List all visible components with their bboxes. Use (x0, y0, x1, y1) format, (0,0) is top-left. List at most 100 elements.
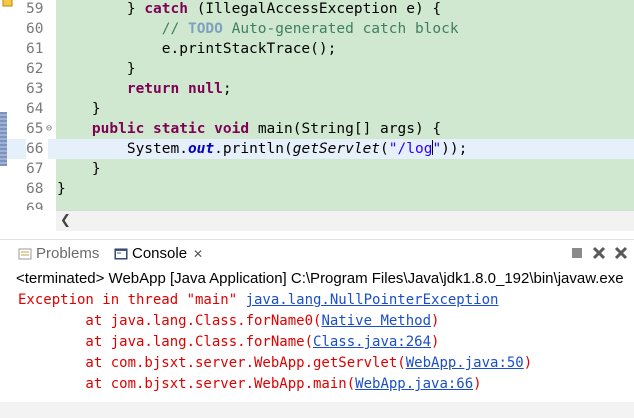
close-tab-icon[interactable]: ✕ (193, 247, 203, 261)
code-text: System.out.println(getServlet("/log")); (57, 139, 467, 159)
code-token: void (214, 121, 250, 137)
code-token: ( (380, 141, 389, 157)
code-line[interactable]: 65 ⊖ public static void main(String[] arg… (0, 119, 634, 139)
code-token: } (57, 181, 66, 197)
code-line[interactable]: 60 // TODO Auto-generated catch block (0, 19, 634, 39)
problems-icon (18, 248, 32, 260)
console-icon (114, 248, 128, 260)
code-line[interactable]: 62 } (0, 59, 634, 79)
line-number: 65 (26, 119, 48, 139)
console-text: at com.bjsxt.server.WebApp.getServlet( (18, 355, 406, 371)
scroll-left-arrow-icon[interactable]: ❮ (60, 213, 74, 229)
code-line[interactable]: 66 System.out.println(getServlet("/log")… (0, 139, 634, 159)
stack-trace-link[interactable]: WebApp.java:66 (355, 376, 473, 392)
code-token: catch (144, 1, 188, 17)
console-process-header: <terminated> WebApp [Java Application] C… (16, 270, 624, 287)
code-token: out (187, 141, 215, 157)
stack-trace-link[interactable]: java.lang.NullPointerException (246, 292, 499, 308)
terminate-icon[interactable] (569, 245, 585, 261)
line-number: 59 (26, 0, 48, 19)
console-text: ) (523, 355, 533, 371)
code-token: System. (57, 141, 188, 157)
code-text: return null; (57, 79, 232, 99)
console-text: Exception in thread "main" (18, 292, 246, 308)
code-line[interactable]: 64 } (0, 99, 634, 119)
code-token: Auto-generated catch block (222, 21, 459, 37)
tab-console[interactable]: Console ✕ (114, 240, 204, 268)
code-token: " (432, 141, 442, 157)
code-line[interactable]: 61 e.printStackTrace(); (0, 39, 634, 59)
console-line: at java.lang.Class.forName(Class.java:26… (18, 332, 439, 353)
code-text: } (57, 179, 66, 199)
code-editor[interactable]: 59 } catch (IllegalAccessException e) {6… (0, 0, 634, 210)
remove-launch-icon[interactable] (591, 245, 607, 261)
console-bottom-scrollbar[interactable] (0, 402, 634, 418)
console-text: at java.lang.Class.forName( (18, 334, 314, 350)
console-line: Exception in thread "main" java.lang.Nul… (18, 290, 498, 311)
code-token: // (161, 21, 188, 37)
code-token: getServlet (292, 141, 381, 157)
code-text: } (57, 99, 101, 119)
code-line[interactable]: 67 } (0, 159, 634, 179)
stack-trace-link[interactable]: Native Method (321, 313, 431, 329)
console-line: at com.bjsxt.server.WebApp.main(WebApp.j… (18, 374, 482, 395)
code-text: } (57, 159, 101, 179)
console-text: ) (473, 376, 482, 392)
tab-problems[interactable]: Problems (18, 240, 99, 268)
code-token: e.printStackTrace(); (57, 41, 337, 57)
code-token: .println( (214, 141, 293, 157)
code-text: public static void main(String[] args) { (57, 119, 441, 139)
line-number: 61 (26, 39, 48, 59)
code-token: (IllegalAccessException e) { (187, 1, 442, 17)
code-line[interactable]: 69 (0, 199, 634, 210)
code-token: } (57, 61, 136, 77)
code-token: "/log (388, 141, 433, 157)
console-text: ) (431, 313, 440, 329)
line-number: 64 (26, 99, 48, 119)
code-token: } (57, 1, 145, 17)
remove-all-terminated-icon[interactable] (613, 245, 629, 261)
warning-marker-icon[interactable] (2, 0, 13, 8)
code-token: null (187, 81, 223, 97)
line-number: 63 (26, 79, 48, 99)
console-text: at com.bjsxt.server.WebApp.main( (18, 376, 356, 392)
code-token: public (91, 121, 145, 137)
code-line[interactable]: 59 } catch (IllegalAccessException e) { (0, 0, 634, 19)
line-number: 68 (26, 179, 48, 199)
code-text: } catch (IllegalAccessException e) { (57, 0, 441, 19)
view-tab-bar: Problems Console ✕ (0, 239, 634, 268)
code-text: } (57, 59, 136, 79)
line-number: 69 (26, 199, 48, 210)
code-token: static (153, 121, 206, 137)
console-line: at com.bjsxt.server.WebApp.getServlet(We… (18, 353, 532, 374)
console-line: at java.lang.Class.forName0(Native Metho… (18, 311, 439, 332)
console-text: ) (431, 334, 440, 350)
console-text: at java.lang.Class.forName0( (18, 313, 322, 329)
code-token: main(String[] args) { (249, 121, 442, 137)
fold-toggle-icon[interactable]: ⊖ (46, 119, 52, 139)
horizontal-scrollbar[interactable]: ❮ (56, 210, 634, 231)
stack-trace-link[interactable]: WebApp.java:50 (406, 355, 524, 371)
change-ruler-marks (0, 112, 7, 166)
line-number: 67 (26, 159, 48, 179)
code-line[interactable]: 68} (0, 179, 634, 199)
code-text: // TODO Auto-generated catch block (57, 19, 459, 39)
code-line[interactable]: 63 return null; (0, 79, 634, 99)
code-text: e.printStackTrace(); (57, 39, 337, 59)
scroll-gutter (0, 210, 56, 230)
stack-trace-link[interactable]: Class.java:264 (313, 334, 431, 350)
code-token: TODO (187, 21, 223, 37)
tab-console-label: Console (132, 245, 188, 262)
code-token: return (126, 81, 180, 97)
code-token: )); (441, 141, 468, 157)
line-number: 62 (26, 59, 48, 79)
tab-problems-label: Problems (36, 245, 100, 262)
code-token: } (57, 161, 101, 177)
code-token: } (57, 101, 101, 117)
